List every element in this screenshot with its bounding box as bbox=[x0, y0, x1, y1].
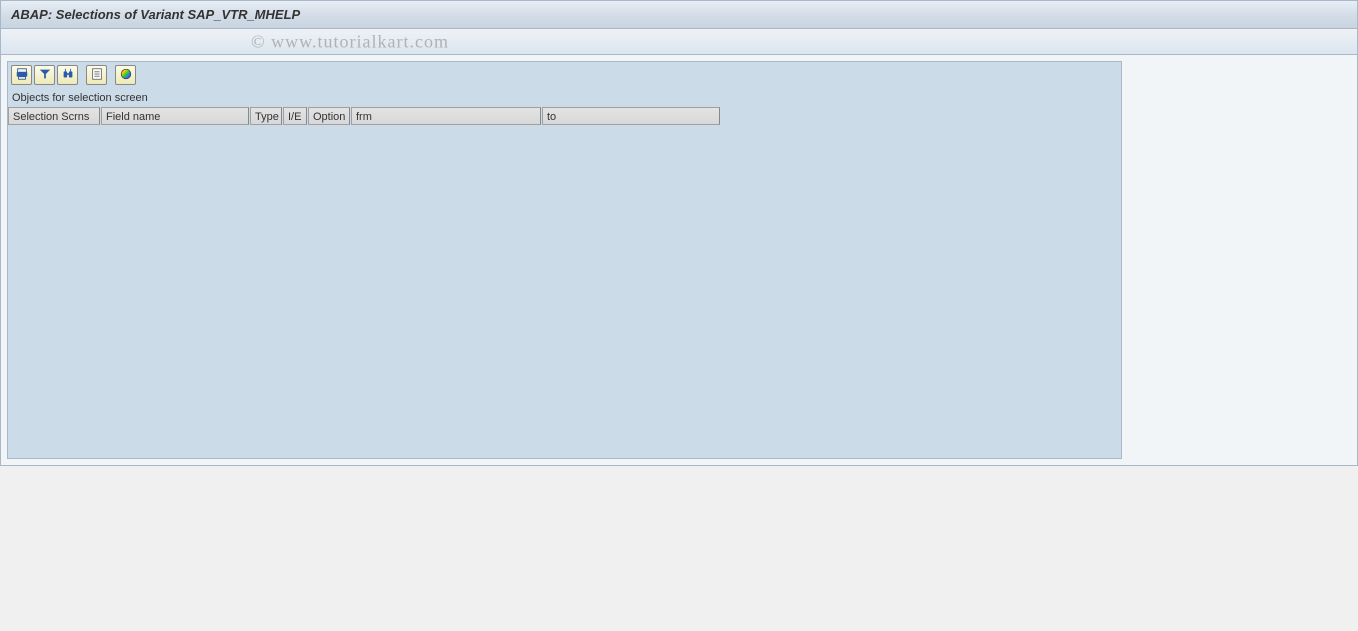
sub-toolbar: © www.tutorialkart.com bbox=[1, 29, 1357, 55]
save-button[interactable] bbox=[57, 65, 78, 85]
table-header: Selection Scrns Field name Type I/E Opti… bbox=[8, 107, 1121, 125]
col-header-to[interactable]: to bbox=[542, 107, 720, 125]
main-panel: Objects for selection screen Selection S… bbox=[7, 61, 1122, 459]
layout-icon bbox=[119, 67, 133, 84]
app-window: ABAP: Selections of Variant SAP_VTR_MHEL… bbox=[0, 0, 1358, 466]
export-icon bbox=[90, 67, 104, 84]
col-header-option[interactable]: Option bbox=[308, 107, 350, 125]
col-header-ie[interactable]: I/E bbox=[283, 107, 307, 125]
watermark-text: © www.tutorialkart.com bbox=[251, 31, 449, 52]
content-area: Objects for selection screen Selection S… bbox=[1, 55, 1357, 465]
export-button[interactable] bbox=[86, 65, 107, 85]
icon-toolbar bbox=[8, 62, 1121, 88]
col-header-selection-scrns[interactable]: Selection Scrns bbox=[8, 107, 100, 125]
print-icon bbox=[15, 67, 29, 84]
filter-button[interactable] bbox=[34, 65, 55, 85]
col-header-type[interactable]: Type bbox=[250, 107, 282, 125]
section-label: Objects for selection screen bbox=[8, 88, 1121, 107]
print-button[interactable] bbox=[11, 65, 32, 85]
col-header-field-name[interactable]: Field name bbox=[101, 107, 249, 125]
layout-button[interactable] bbox=[115, 65, 136, 85]
col-header-frm[interactable]: frm bbox=[351, 107, 541, 125]
save-icon bbox=[61, 67, 75, 84]
filter-icon bbox=[38, 67, 52, 84]
page-title: ABAP: Selections of Variant SAP_VTR_MHEL… bbox=[11, 7, 300, 22]
title-bar: ABAP: Selections of Variant SAP_VTR_MHEL… bbox=[1, 1, 1357, 29]
